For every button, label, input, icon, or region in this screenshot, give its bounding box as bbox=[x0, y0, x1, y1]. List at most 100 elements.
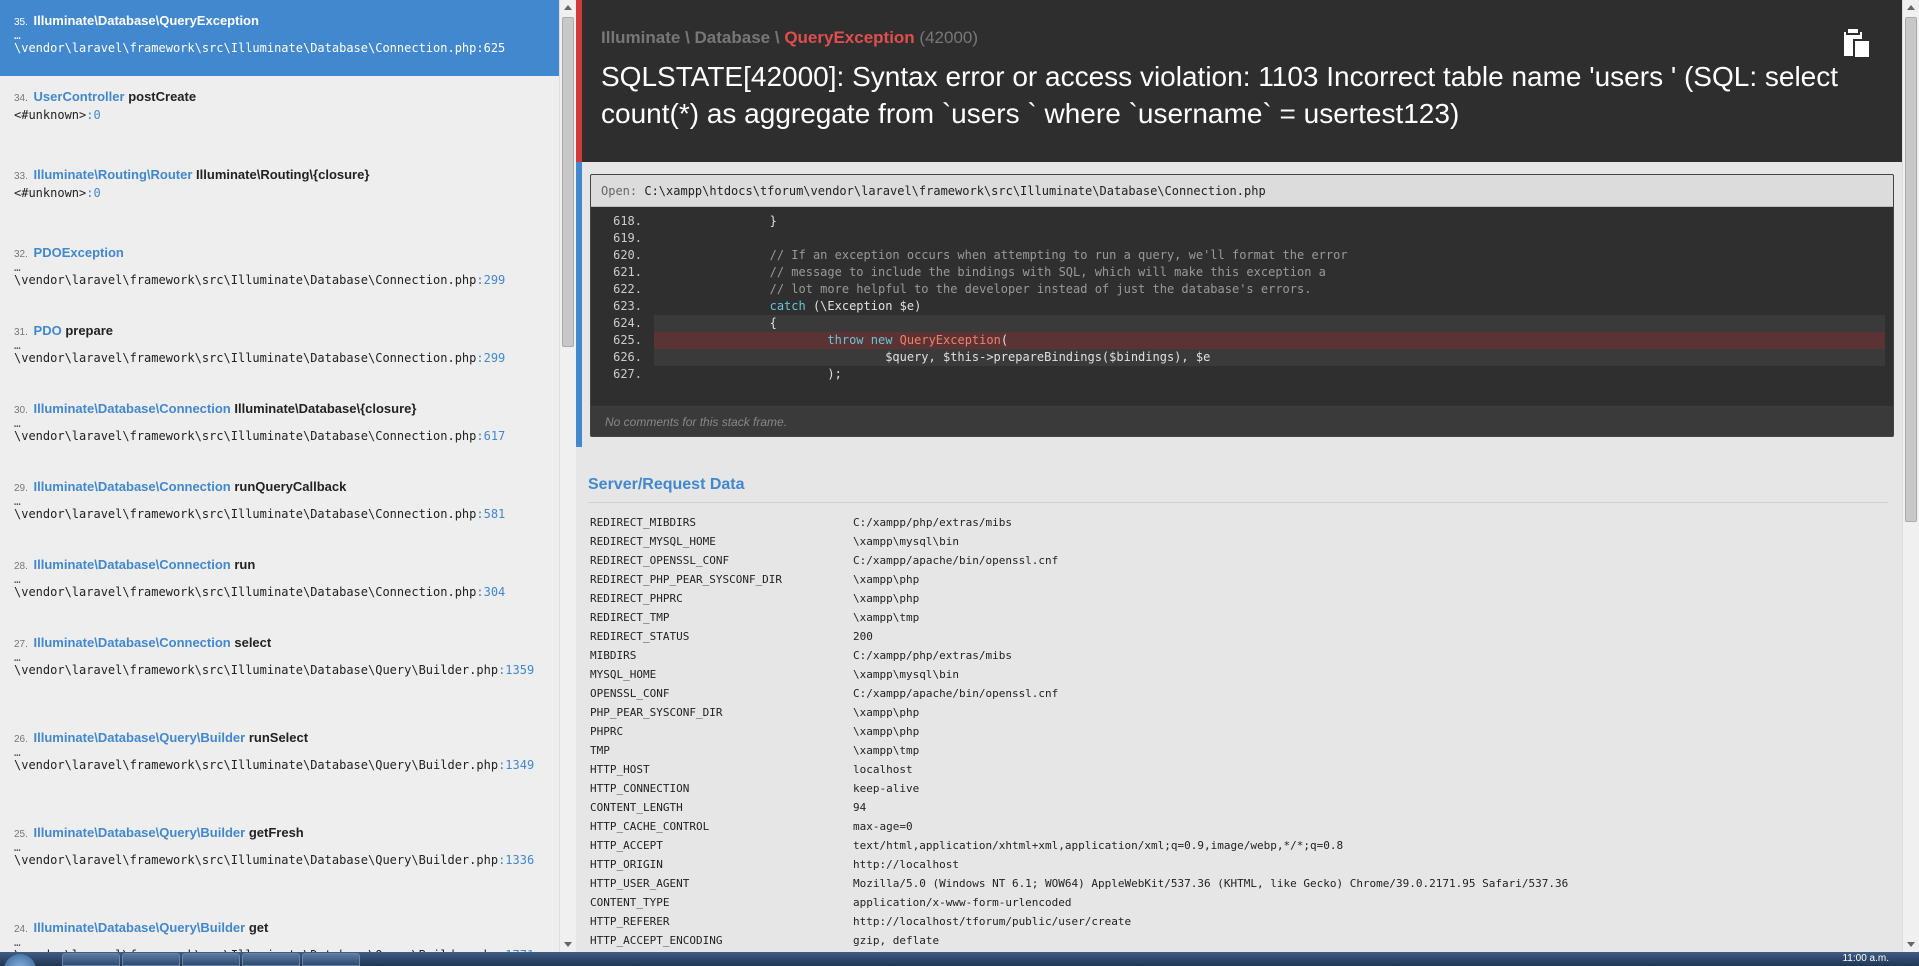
code-line-number: 618. bbox=[613, 214, 642, 228]
clipboard-icon[interactable] bbox=[1842, 26, 1872, 60]
stack-frame[interactable]: 33. Illuminate\Routing\Router Illuminate… bbox=[0, 154, 559, 232]
code-line-number: 619. bbox=[613, 231, 642, 245]
frame-function: select bbox=[234, 635, 272, 650]
frame-index: 28. bbox=[14, 561, 28, 572]
details-scrollbar[interactable] bbox=[1902, 0, 1919, 952]
server-data-key: REDIRECT_TMP bbox=[590, 611, 670, 624]
stack-frames-scrollbar[interactable] bbox=[559, 0, 576, 952]
scrollbar-thumb[interactable] bbox=[1905, 17, 1917, 522]
code-line-text: // message to include the bindings with … bbox=[654, 265, 1326, 279]
frame-class: PDO bbox=[33, 323, 62, 338]
frame-function: postCreate bbox=[128, 89, 197, 104]
frame-file-path: \vendor\laravel\framework\src\Illuminate… bbox=[14, 350, 545, 367]
stack-frame[interactable]: 27. Illuminate\Database\Connection selec… bbox=[0, 622, 559, 717]
scroll-up-arrow-icon[interactable] bbox=[1907, 5, 1915, 10]
file-path-bar[interactable]: Open: C:\xampp\htdocs\tforum\vendor\lara… bbox=[591, 175, 1893, 207]
frame-class: Illuminate\Routing\Router bbox=[33, 167, 193, 182]
stack-frame[interactable]: 28. Illuminate\Database\Connection run… \… bbox=[0, 544, 559, 622]
frame-class: Illuminate\Database\Connection bbox=[33, 635, 231, 650]
taskbar-explorer-icon[interactable] bbox=[122, 953, 180, 966]
frame-file: <#unknown> bbox=[14, 186, 87, 200]
frame-function: Illuminate\Routing\{closure} bbox=[196, 167, 370, 182]
stack-frame[interactable]: 35. Illuminate\Database\QueryException …… bbox=[0, 0, 559, 76]
stack-frame[interactable]: 25. Illuminate\Database\Query\Builder ge… bbox=[0, 812, 559, 907]
frame-class: Illuminate\Database\Query\Builder bbox=[33, 920, 246, 935]
frame-index: 27. bbox=[14, 639, 28, 650]
frame-function: prepare bbox=[65, 323, 114, 338]
code-line: 626. $query, $this->prepareBindings($bin… bbox=[591, 349, 1893, 366]
code-line-text: ); bbox=[654, 367, 842, 381]
frame-function: get bbox=[248, 920, 269, 935]
server-data-key: REDIRECT_MYSQL_HOME bbox=[590, 535, 716, 548]
server-data-value: 200 bbox=[853, 630, 873, 643]
file-path[interactable]: C:\xampp\htdocs\tforum\vendor\laravel\fr… bbox=[644, 184, 1265, 198]
server-data-value: gzip, deflate bbox=[853, 934, 940, 947]
server-data-key: HTTP_ACCEPT bbox=[590, 839, 663, 852]
code-line-number: 622. bbox=[613, 282, 642, 296]
stack-frame[interactable]: 24. Illuminate\Database\Query\Builder ge… bbox=[0, 907, 559, 952]
namespace-1: Illuminate bbox=[601, 28, 681, 47]
server-data-key: OPENSSL_CONF bbox=[590, 687, 670, 700]
scrollbar-thumb[interactable] bbox=[562, 17, 574, 347]
frame-index: 31. bbox=[14, 327, 28, 338]
code-line: 621. // message to include the bindings … bbox=[591, 264, 1893, 281]
frame-line-number: :0 bbox=[86, 186, 101, 200]
frame-line-number: :1336 bbox=[498, 853, 535, 867]
exception-class: QueryException bbox=[784, 28, 915, 47]
server-data-row: HTTP_USER_AGENT Mozilla/5.0 (Windows NT 6… bbox=[590, 874, 1568, 893]
scroll-up-arrow-icon[interactable] bbox=[564, 5, 572, 10]
server-data-value: \xampp\php bbox=[853, 573, 920, 586]
server-data-row: REDIRECT_MYSQL_HOME \xampp\mysql\bin bbox=[590, 532, 1568, 551]
scroll-down-arrow-icon[interactable] bbox=[564, 942, 572, 947]
server-data-value: C:/xampp/apache/bin/openssl.cnf bbox=[853, 554, 1059, 567]
frame-file: \vendor\laravel\framework\src\Illuminate… bbox=[14, 41, 477, 55]
stack-frame[interactable]: 29. Illuminate\Database\Connection runQu… bbox=[0, 466, 559, 544]
frame-file-path: \vendor\laravel\framework\src\Illuminate… bbox=[14, 506, 545, 523]
server-data-value: C:/xampp/apache/bin/openssl.cnf bbox=[853, 687, 1059, 700]
server-data-value: keep-alive bbox=[853, 782, 920, 795]
stack-frame[interactable]: 31. PDO prepare … \vendor\laravel\framewor… bbox=[0, 310, 559, 388]
server-data-row: REDIRECT_TMP \xampp\tmp bbox=[590, 608, 1568, 627]
frame-file-path: <#unknown>:0 bbox=[14, 107, 545, 124]
code-line: 625. throw new QueryException( bbox=[591, 332, 1893, 349]
server-data-key: CONTENT_LENGTH bbox=[590, 801, 683, 814]
server-data-key: HTTP_REFERER bbox=[590, 915, 670, 928]
server-data-value: C:/xampp/php/extras/mibs bbox=[853, 516, 1012, 529]
frame-file-path: \vendor\laravel\framework\src\Illuminate… bbox=[14, 662, 545, 679]
frame-class: Illuminate\Database\Connection bbox=[33, 479, 231, 494]
windows-taskbar: 11:00 a.m. bbox=[0, 952, 1919, 966]
server-data-row: CONTENT_LENGTH 94 bbox=[590, 798, 1568, 817]
namespace-separator: \ bbox=[770, 28, 785, 47]
server-data-value: http://localhost bbox=[853, 858, 959, 871]
namespace-2: Database bbox=[694, 28, 771, 47]
code-line-number: 621. bbox=[613, 265, 642, 279]
frame-index: 24. bbox=[14, 924, 28, 935]
frame-function: runQueryCallback bbox=[234, 479, 347, 494]
server-data-row: REDIRECT_STATUS 200 bbox=[590, 627, 1568, 646]
frame-file-path: \vendor\laravel\framework\src\Illuminate… bbox=[14, 272, 545, 289]
server-data-key: MIBDIRS bbox=[590, 649, 637, 662]
server-data-value: \xampp\mysql\bin bbox=[853, 535, 959, 548]
code-lines: 618. } 619. 620. // If an exception occurs… bbox=[591, 207, 1893, 383]
taskbar-folder-icon[interactable] bbox=[302, 953, 360, 966]
details-panel: Illuminate \ Database \ QueryException (… bbox=[576, 0, 1902, 952]
frame-file-path: \vendor\laravel\framework\src\Illuminate… bbox=[14, 584, 545, 601]
code-line: 618. } bbox=[591, 213, 1893, 230]
start-button-icon[interactable] bbox=[4, 954, 36, 966]
frame-file-path: \vendor\laravel\framework\src\Illuminate… bbox=[14, 40, 545, 57]
stack-frame-title: 26. Illuminate\Database\Query\Builder ru… bbox=[14, 730, 545, 748]
taskbar-chrome-icon[interactable] bbox=[62, 953, 120, 966]
frame-line-number: :0 bbox=[86, 108, 101, 122]
taskbar-skype-icon[interactable] bbox=[182, 953, 240, 966]
stack-frame[interactable]: 26. Illuminate\Database\Query\Builder ru… bbox=[0, 717, 559, 812]
code-line-number: 623. bbox=[613, 299, 642, 313]
stack-frame[interactable]: 32. PDOException … \vendor\laravel\framew… bbox=[0, 232, 559, 310]
code-line: 619. bbox=[591, 230, 1893, 247]
scroll-down-arrow-icon[interactable] bbox=[1907, 942, 1915, 947]
open-label: Open: bbox=[601, 184, 638, 198]
frame-ellipsis: … bbox=[14, 339, 21, 352]
stack-frame[interactable]: 34. UserController postCreate <#unknown>:… bbox=[0, 76, 559, 154]
frame-ellipsis: … bbox=[14, 651, 21, 664]
taskbar-app-icon[interactable] bbox=[242, 953, 300, 966]
stack-frame[interactable]: 30. Illuminate\Database\Connection Illum… bbox=[0, 388, 559, 466]
